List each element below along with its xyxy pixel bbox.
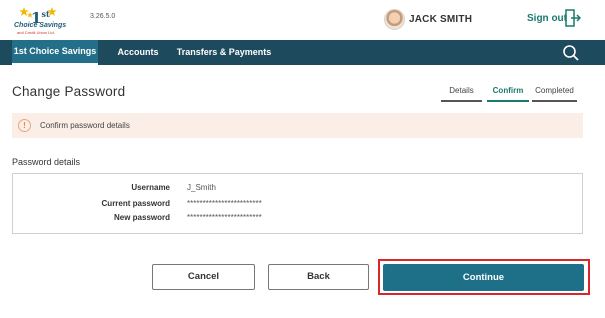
current-password-value: ************************ — [187, 199, 262, 208]
logo-tagline: and Credit Union Ltd. — [17, 30, 55, 35]
app-header: 1st Choice Savings and Credit Union Ltd.… — [0, 0, 605, 40]
cancel-button[interactable]: Cancel — [152, 264, 255, 290]
user-name[interactable]: JACK SMITH — [409, 14, 472, 25]
nav-item-transfers-payments[interactable]: Transfers & Payments — [174, 40, 274, 65]
new-password-label: New password — [113, 213, 170, 222]
signout-link[interactable]: Sign out — [527, 13, 567, 24]
nav-item-home[interactable]: 1st Choice Savings — [12, 40, 98, 65]
step-confirm[interactable]: Confirm — [487, 86, 529, 102]
continue-button[interactable]: Continue — [383, 264, 584, 291]
brand-logo[interactable]: 1st Choice Savings and Credit Union Ltd. — [14, 6, 76, 36]
username-label: Username — [131, 183, 170, 192]
alert-message: Confirm password details — [40, 121, 130, 130]
details-panel: Username J_Smith Current password ******… — [12, 173, 583, 234]
step-details[interactable]: Details — [441, 86, 482, 102]
back-button[interactable]: Back — [268, 264, 369, 290]
new-password-value: ************************ — [187, 213, 262, 222]
warning-circle-icon: ! — [18, 119, 31, 132]
app-version: 3.26.5.0 — [90, 13, 116, 20]
section-title: Password details — [12, 157, 81, 167]
info-alert: ! Confirm password details — [12, 113, 583, 138]
page-title: Change Password — [12, 84, 126, 99]
step-completed[interactable]: Completed — [532, 86, 577, 102]
nav-item-accounts[interactable]: Accounts — [108, 40, 168, 65]
username-value: J_Smith — [187, 183, 216, 192]
signout-icon[interactable] — [565, 9, 581, 27]
current-password-label: Current password — [101, 199, 170, 208]
main-nav: 1st Choice Savings Accounts Transfers & … — [0, 40, 605, 65]
avatar[interactable] — [384, 9, 405, 30]
search-icon[interactable] — [562, 44, 580, 62]
logo-name: Choice Savings — [14, 22, 67, 29]
